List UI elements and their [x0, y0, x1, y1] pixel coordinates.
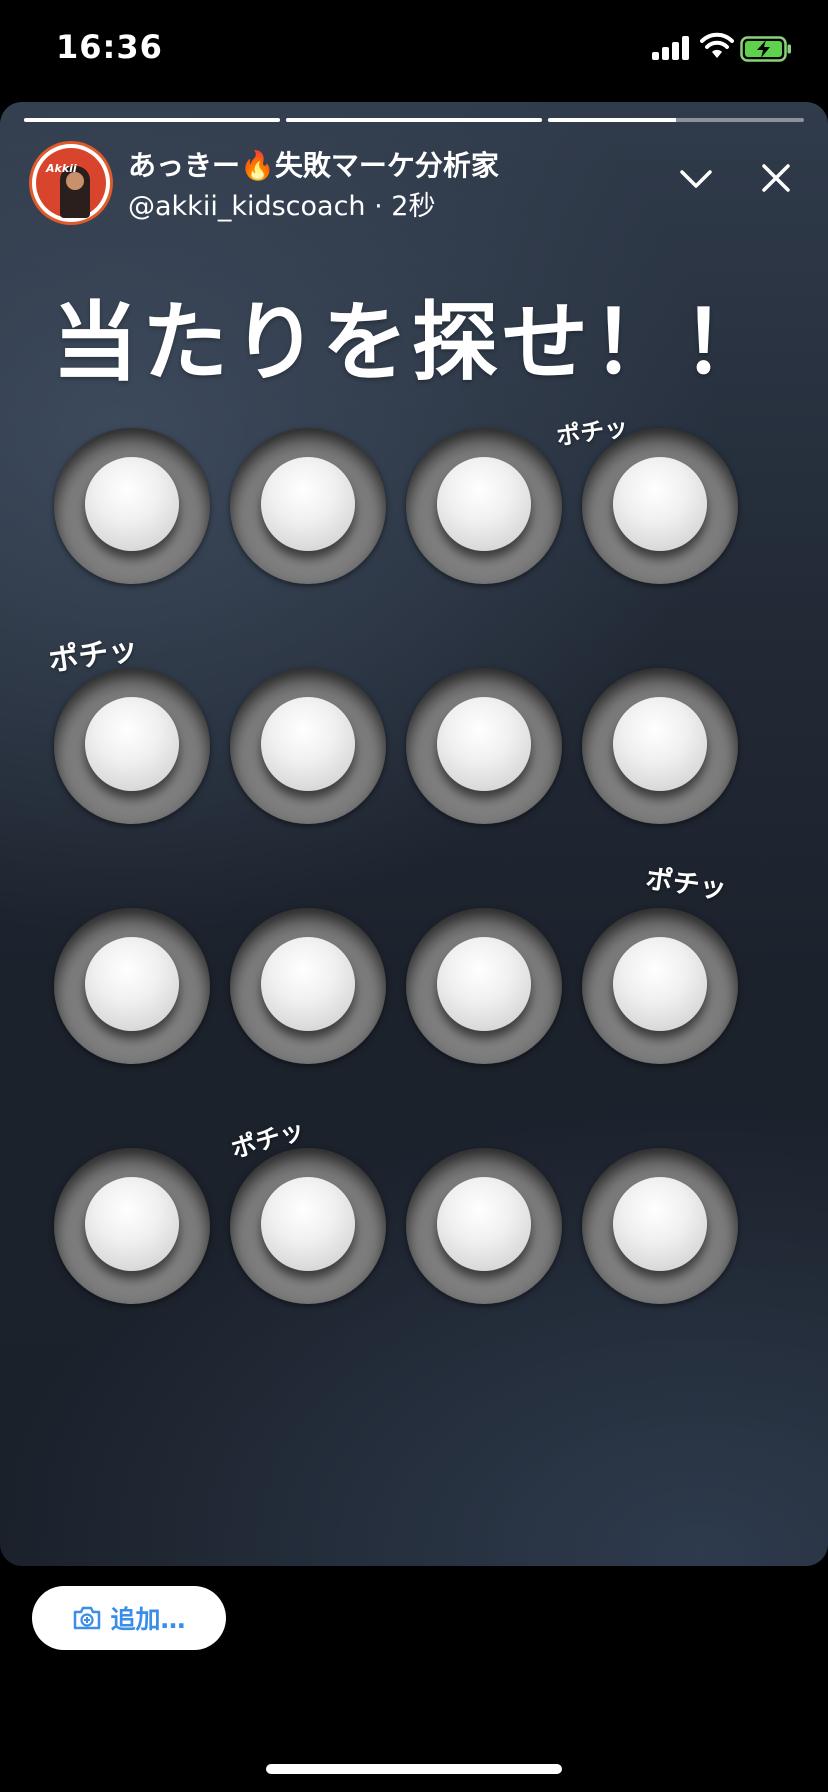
close-icon[interactable] — [756, 158, 796, 198]
grid-button[interactable] — [230, 668, 386, 824]
story-viewer[interactable]: Akkii あっきー🔥失敗マーケ分析家 @akkii_kidscoach · 2… — [0, 102, 828, 1566]
button-cap — [437, 1177, 531, 1271]
grid-button[interactable] — [54, 668, 210, 824]
button-cap — [261, 1177, 355, 1271]
grid-button[interactable] — [582, 428, 738, 584]
story-progress-3 — [548, 118, 804, 122]
cellular-signal-icon — [652, 36, 690, 60]
grid-button[interactable] — [406, 1148, 562, 1304]
button-cap — [85, 697, 179, 791]
grid-button[interactable] — [406, 668, 562, 824]
status-bar: 16:36 — [0, 0, 828, 100]
status-time: 16:36 — [56, 28, 163, 66]
button-cap — [85, 1177, 179, 1271]
grid-button[interactable] — [582, 908, 738, 1064]
button-cap — [437, 697, 531, 791]
grid-button[interactable] — [230, 428, 386, 584]
battery-charging-icon — [740, 36, 791, 62]
button-cap — [437, 457, 531, 551]
add-to-story-button[interactable]: 追加… — [32, 1586, 226, 1650]
button-cap — [85, 457, 179, 551]
camera-add-icon — [74, 1606, 101, 1630]
button-cap — [613, 697, 707, 791]
grid-button[interactable] — [582, 1148, 738, 1304]
button-cap — [261, 937, 355, 1031]
meta-separator: · — [374, 191, 392, 222]
story-author-meta: @akkii_kidscoach · 2秒 — [128, 184, 435, 223]
button-cap — [437, 937, 531, 1031]
grid-button[interactable] — [230, 1148, 386, 1304]
avatar[interactable]: Akkii — [32, 144, 110, 222]
story-author-name[interactable]: あっきー🔥失敗マーケ分析家 — [128, 144, 499, 184]
avatar-image: Akkii — [36, 148, 106, 218]
button-cap — [613, 1177, 707, 1271]
story-progress-1 — [24, 118, 280, 122]
grid-button[interactable] — [406, 428, 562, 584]
button-cap — [85, 937, 179, 1031]
story-headline: 当たりを探せ！！ — [52, 293, 772, 393]
grid-button[interactable] — [54, 428, 210, 584]
story-progress-fill — [286, 118, 542, 122]
avatar-logo: Akkii — [46, 162, 77, 175]
home-indicator[interactable] — [266, 1764, 562, 1774]
story-author-handle[interactable]: @akkii_kidscoach — [128, 191, 366, 222]
button-cap — [261, 697, 355, 791]
grid-button[interactable] — [406, 908, 562, 1064]
grid-button[interactable] — [230, 908, 386, 1064]
story-progress-2 — [286, 118, 542, 122]
button-cap — [613, 457, 707, 551]
chevron-down-icon[interactable] — [676, 160, 716, 200]
add-button-label: 追加… — [110, 1605, 186, 1634]
grid-button[interactable] — [54, 908, 210, 1064]
story-elapsed-time: 2秒 — [391, 191, 436, 222]
wifi-icon — [700, 32, 734, 58]
story-progress-fill — [548, 118, 676, 122]
grid-button[interactable] — [54, 1148, 210, 1304]
grid-button[interactable] — [582, 668, 738, 824]
button-cap — [261, 457, 355, 551]
button-cap — [613, 937, 707, 1031]
story-progress-fill — [24, 118, 280, 122]
